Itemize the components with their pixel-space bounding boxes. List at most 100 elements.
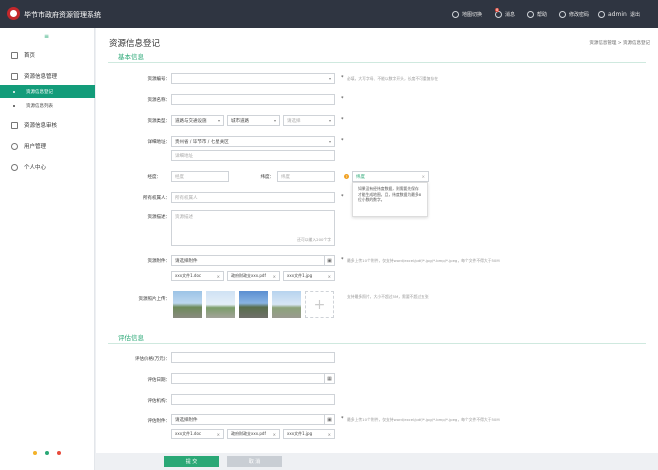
folder-icon[interactable]: ▣ (324, 256, 334, 265)
attachment-hint: 最多上传10个附件，仅支持word/excel/pdf/*.jpg/*.bmp/… (347, 258, 500, 263)
placeholder: 经度 (175, 174, 184, 180)
help-icon[interactable]: ? (344, 174, 349, 179)
folder-icon[interactable]: ▣ (324, 415, 334, 424)
region-select[interactable]: 贵州省 / 毕节市 / 七星关区 ▾ (171, 136, 335, 147)
price-label: 评估价格(万元)： (134, 357, 170, 362)
help-link[interactable]: 帮助 (527, 11, 547, 18)
attachment-picker[interactable]: 请选择附件 ▣ (171, 255, 335, 266)
logout-link[interactable]: 退出 (630, 11, 640, 18)
required-mark: * (341, 416, 344, 422)
date-input[interactable]: ▦ (171, 373, 335, 384)
file-name: xxx文件1.doc (175, 273, 202, 278)
yellow-dot (33, 451, 37, 455)
submit-button[interactable]: 提 交 (164, 456, 219, 467)
photo-hint: 支持最多照片，大小不超过5M，需要不超过五张 (347, 294, 429, 299)
sidebar-item-resource[interactable]: 资源信息管理 (0, 69, 95, 83)
remove-file-icon[interactable]: × (328, 274, 331, 279)
app-title: 毕节市政府资源管理系统 (24, 11, 101, 19)
calendar-icon[interactable]: ▦ (324, 374, 334, 383)
add-photo-button[interactable]: + (305, 291, 334, 318)
price-input[interactable] (171, 352, 335, 363)
file-tag: xxx文件1.doc × (171, 429, 224, 439)
file-tag: xxx文件1.doc × (171, 271, 224, 281)
photo-thumbnail[interactable] (239, 291, 268, 318)
name-input[interactable] (171, 94, 335, 105)
required-mark: * (341, 75, 344, 81)
placeholder: 详细地址 (175, 153, 193, 159)
char-counter: 还可以输入200个字 (297, 237, 331, 242)
description-textarea[interactable]: 资源描述还可以输入200个字 (171, 210, 335, 246)
sidebar-item-users[interactable]: 用户管理 (0, 139, 95, 153)
file-name: xxx文件1.jpg (287, 431, 313, 436)
org-input[interactable] (171, 394, 335, 405)
photo-thumbnail[interactable] (272, 291, 301, 318)
remove-file-icon[interactable]: × (217, 432, 220, 437)
required-mark: * (341, 96, 344, 102)
resource-icon (11, 72, 18, 80)
coordinate-tooltip: 如果没有经纬度数据，则需要先保存才能生成地图，且，纬度数据为最多8位小数的数字。 (352, 182, 428, 217)
eval-attachment-label: 评估附件： (147, 419, 171, 424)
section-title: 基本信息 (118, 52, 144, 61)
bell-icon: 8 (495, 8, 502, 18)
sidebar-item-profile[interactable]: 个人中心 (0, 160, 95, 174)
file-tag: 政府财政支xxx.pdf × (227, 271, 280, 281)
bullet-icon (13, 104, 15, 107)
code-input[interactable]: ▾ (171, 73, 335, 84)
chevron-down-icon: ▾ (328, 139, 331, 144)
top-bar: 毕节市政府资源管理系统 地图切换 8 消息 帮助 修改密码 admin 退出 (0, 0, 658, 28)
placeholder: 纬度 (281, 174, 290, 180)
sidebar-item-home[interactable]: 首页 (0, 48, 95, 62)
close-icon[interactable]: × (422, 174, 425, 179)
remove-file-icon[interactable]: × (273, 274, 276, 279)
messages-link[interactable]: 8 消息 (495, 8, 515, 18)
map-switch-icon (452, 11, 459, 18)
remove-file-icon[interactable]: × (273, 432, 276, 437)
review-icon (11, 121, 18, 129)
photo-thumbnail[interactable] (173, 291, 202, 318)
eval-attachment-hint: 最多上传10个附件，仅支持word/excel/pdf/*.jpg/*.bmp/… (347, 417, 500, 422)
owner-label: 所有权属人： (143, 196, 170, 201)
select-value: 请选择 (287, 118, 301, 124)
cancel-button[interactable]: 取 消 (227, 456, 282, 467)
eval-attachment-picker[interactable]: 请选择附件 ▣ (171, 414, 335, 425)
change-password-link[interactable]: 修改密码 (559, 11, 589, 18)
sidebar-subitem-list[interactable]: 资源信息列表 (0, 99, 95, 112)
sidebar: ≡ 首页 资源信息管理 资源信息登记 资源信息列表 资源信息审核 用户管理 个人… (0, 28, 95, 470)
type-select-1[interactable]: 道路与交通设施 ▾ (171, 115, 224, 126)
message-badge: 8 (495, 8, 500, 12)
user-menu[interactable]: admin (598, 11, 627, 18)
chevron-down-icon: ▾ (328, 118, 331, 123)
logo-icon (7, 7, 20, 20)
main-panel: 资源信息登记 资源信息管理 > 资源信息登记 基本信息 资源编号： ▾ * 必填… (96, 28, 658, 453)
longitude-input[interactable]: 经度 (171, 171, 229, 182)
remove-file-icon[interactable]: × (217, 274, 220, 279)
description-label: 资源描述： (147, 215, 171, 220)
type-select-3[interactable]: 请选择 ▾ (283, 115, 335, 126)
map-switch-link[interactable]: 地图切换 (452, 11, 482, 18)
latitude-input[interactable]: 纬度 (277, 171, 335, 182)
name-label: 资源名称： (147, 98, 171, 103)
remove-file-icon[interactable]: × (328, 432, 331, 437)
code-hint: 必填，大写字母、不能以数字开头，长度不可重复存在 (347, 76, 439, 81)
owner-input[interactable]: 所有权属人 (171, 192, 335, 203)
sidebar-subitem-register[interactable]: 资源信息登记 (0, 85, 95, 98)
code-label: 资源编号： (147, 77, 171, 82)
menu-toggle-icon[interactable]: ≡ (44, 33, 49, 40)
select-value: 贵州省 / 毕节市 / 七星关区 (175, 139, 229, 145)
date-label: 评估日期： (147, 378, 171, 383)
basic-info-section: 基本信息 (108, 49, 646, 63)
help-icon (527, 11, 534, 18)
sidebar-subitem-label: 资源信息列表 (26, 103, 53, 109)
address-input[interactable]: 详细地址 (171, 150, 335, 161)
type-select-2[interactable]: 城市道路 ▾ (227, 115, 280, 126)
placeholder: 资源描述 (175, 215, 193, 220)
file-tag: xxx文件1.jpg × (283, 429, 335, 439)
sidebar-item-label: 个人中心 (24, 165, 47, 171)
photo-thumbnail[interactable] (206, 291, 235, 318)
sidebar-item-review[interactable]: 资源信息审核 (0, 118, 95, 132)
sidebar-subitem-label: 资源信息登记 (26, 89, 53, 95)
map-switch-label: 地图切换 (462, 12, 483, 18)
coordinate-input[interactable]: 纬度 × (352, 171, 429, 182)
status-dots (33, 451, 61, 455)
change-password-label: 修改密码 (569, 12, 590, 18)
